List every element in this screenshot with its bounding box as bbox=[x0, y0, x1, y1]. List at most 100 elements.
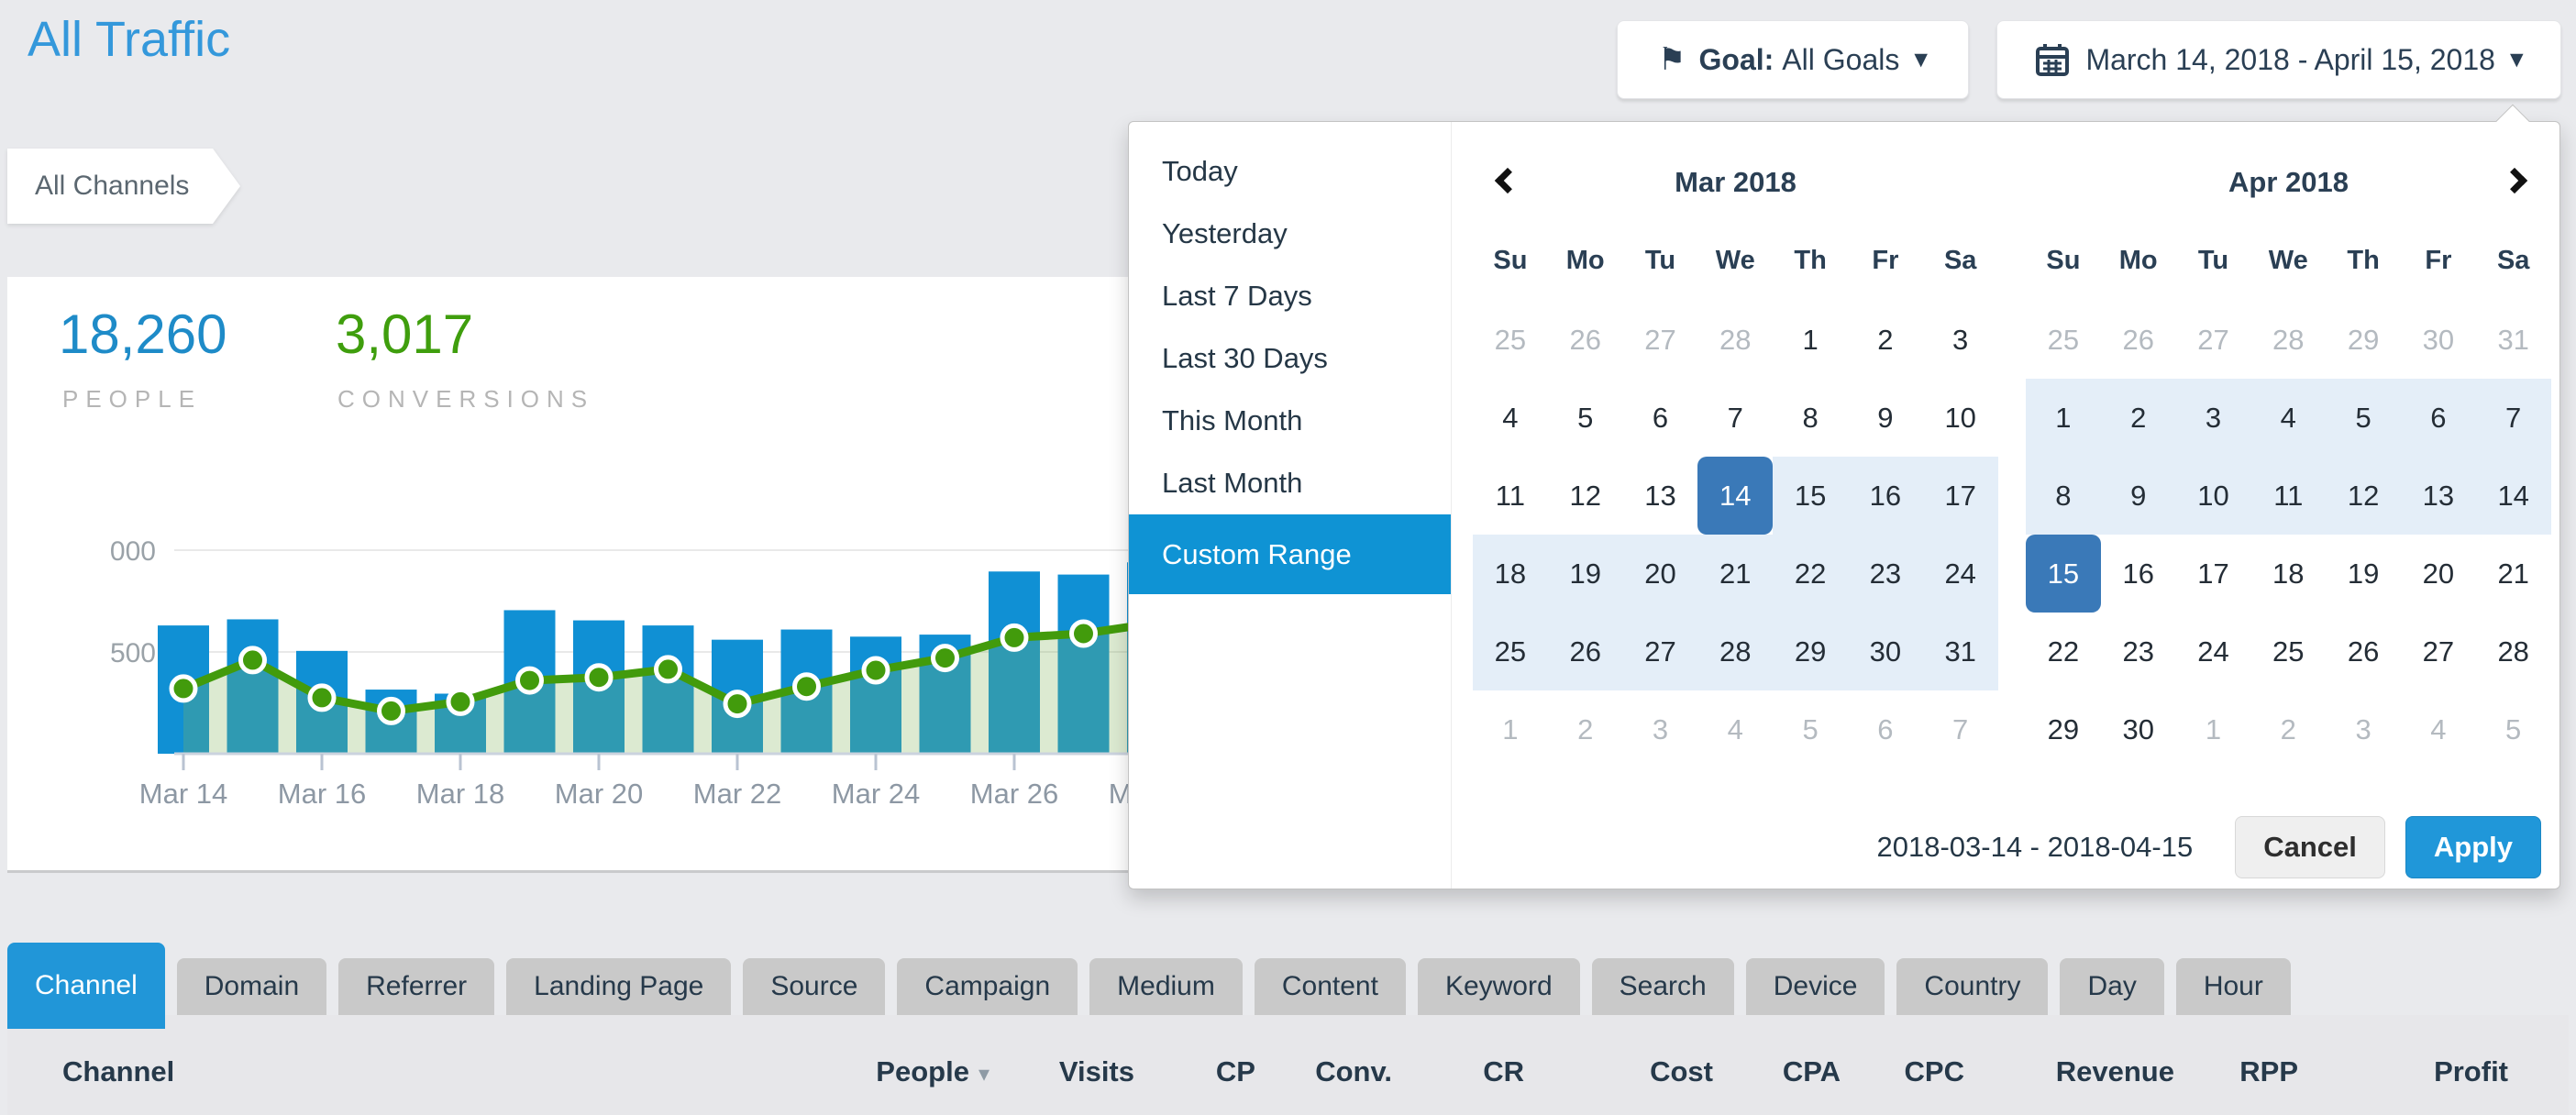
day-cell[interactable]: 4 bbox=[2250, 379, 2326, 457]
day-cell[interactable]: 9 bbox=[1848, 379, 1923, 457]
day-cell[interactable]: 25 bbox=[1473, 613, 1548, 690]
day-cell[interactable]: 11 bbox=[1473, 457, 1548, 535]
preset-last-month[interactable]: Last Month bbox=[1129, 452, 1451, 514]
column-header-conv[interactable]: Conv. bbox=[1255, 1055, 1392, 1088]
goal-dropdown-button[interactable]: ⚑ Goal: All Goals ▼ bbox=[1617, 20, 1969, 99]
day-cell[interactable]: 16 bbox=[2101, 535, 2176, 613]
day-cell[interactable]: 17 bbox=[2176, 535, 2251, 613]
day-cell[interactable]: 4 bbox=[1473, 379, 1548, 457]
day-cell[interactable]: 6 bbox=[1848, 690, 1923, 768]
day-cell[interactable]: 30 bbox=[2101, 690, 2176, 768]
day-cell[interactable]: 13 bbox=[1623, 457, 1698, 535]
day-cell[interactable]: 2 bbox=[2101, 379, 2176, 457]
day-cell[interactable]: 19 bbox=[1548, 535, 1623, 613]
day-cell[interactable]: 24 bbox=[2176, 613, 2251, 690]
day-cell[interactable]: 28 bbox=[1697, 613, 1773, 690]
day-cell[interactable]: 23 bbox=[1848, 535, 1923, 613]
day-cell[interactable]: 1 bbox=[1773, 301, 1848, 379]
day-cell[interactable]: 31 bbox=[2476, 301, 2551, 379]
column-header-rpp[interactable]: RPP bbox=[2174, 1055, 2298, 1088]
day-cell[interactable]: 30 bbox=[2401, 301, 2476, 379]
tab-hour[interactable]: Hour bbox=[2176, 958, 2291, 1015]
day-cell[interactable]: 3 bbox=[2176, 379, 2251, 457]
day-cell[interactable]: 22 bbox=[1773, 535, 1848, 613]
tab-referrer[interactable]: Referrer bbox=[338, 958, 494, 1015]
day-cell[interactable]: 9 bbox=[2101, 457, 2176, 535]
day-cell[interactable]: 1 bbox=[1473, 690, 1548, 768]
column-header-cr[interactable]: CR bbox=[1392, 1055, 1524, 1088]
day-cell[interactable]: 29 bbox=[1773, 613, 1848, 690]
tab-domain[interactable]: Domain bbox=[177, 958, 326, 1015]
tab-source[interactable]: Source bbox=[743, 958, 885, 1015]
day-cell[interactable]: 26 bbox=[1548, 613, 1623, 690]
preset-last-7-days[interactable]: Last 7 Days bbox=[1129, 265, 1451, 327]
day-cell[interactable]: 19 bbox=[2326, 535, 2401, 613]
day-cell[interactable]: 7 bbox=[1923, 690, 1998, 768]
day-cell[interactable]: 26 bbox=[1548, 301, 1623, 379]
date-range-button[interactable]: March 14, 2018 - April 15, 2018 ▼ bbox=[1996, 20, 2561, 99]
day-cell[interactable]: 15 bbox=[2026, 535, 2101, 613]
preset-last-30-days[interactable]: Last 30 Days bbox=[1129, 327, 1451, 390]
column-header-cp[interactable]: CP bbox=[1134, 1055, 1255, 1088]
day-cell[interactable]: 3 bbox=[2326, 690, 2401, 768]
day-cell[interactable]: 14 bbox=[1697, 457, 1773, 535]
day-cell[interactable]: 29 bbox=[2026, 690, 2101, 768]
day-cell[interactable]: 20 bbox=[1623, 535, 1698, 613]
day-cell[interactable]: 28 bbox=[2250, 301, 2326, 379]
day-cell[interactable]: 7 bbox=[2476, 379, 2551, 457]
day-cell[interactable]: 17 bbox=[1923, 457, 1998, 535]
day-cell[interactable]: 29 bbox=[2326, 301, 2401, 379]
day-cell[interactable]: 18 bbox=[2250, 535, 2326, 613]
preset-today[interactable]: Today bbox=[1129, 140, 1451, 203]
day-cell[interactable]: 27 bbox=[2401, 613, 2476, 690]
day-cell[interactable]: 3 bbox=[1923, 301, 1998, 379]
day-cell[interactable]: 26 bbox=[2101, 301, 2176, 379]
day-cell[interactable]: 25 bbox=[1473, 301, 1548, 379]
traffic-chart-svg[interactable]: 5001000Mar 14Mar 16Mar 18Mar 20Mar 22Mar… bbox=[110, 495, 1211, 834]
cancel-button[interactable]: Cancel bbox=[2235, 816, 2385, 878]
day-cell[interactable]: 8 bbox=[1773, 379, 1848, 457]
day-cell[interactable]: 8 bbox=[2026, 457, 2101, 535]
day-cell[interactable]: 12 bbox=[2326, 457, 2401, 535]
tab-day[interactable]: Day bbox=[2060, 958, 2163, 1015]
day-cell[interactable]: 5 bbox=[2476, 690, 2551, 768]
tab-medium[interactable]: Medium bbox=[1089, 958, 1243, 1015]
apply-button[interactable]: Apply bbox=[2405, 816, 2541, 878]
day-cell[interactable]: 21 bbox=[1697, 535, 1773, 613]
column-header-cpa[interactable]: CPA bbox=[1713, 1055, 1841, 1088]
column-header-revenue[interactable]: Revenue bbox=[1964, 1055, 2174, 1088]
tab-campaign[interactable]: Campaign bbox=[897, 958, 1078, 1015]
breadcrumb-all-channels[interactable]: All Channels bbox=[7, 149, 213, 224]
day-cell[interactable]: 28 bbox=[1697, 301, 1773, 379]
day-cell[interactable]: 14 bbox=[2476, 457, 2551, 535]
day-cell[interactable]: 2 bbox=[2250, 690, 2326, 768]
day-cell[interactable]: 1 bbox=[2026, 379, 2101, 457]
day-cell[interactable]: 6 bbox=[1623, 379, 1698, 457]
preset-custom-range[interactable]: Custom Range bbox=[1129, 514, 1451, 594]
day-cell[interactable]: 31 bbox=[1923, 613, 1998, 690]
day-cell[interactable]: 20 bbox=[2401, 535, 2476, 613]
day-cell[interactable]: 5 bbox=[1773, 690, 1848, 768]
tab-keyword[interactable]: Keyword bbox=[1418, 958, 1580, 1015]
tab-device[interactable]: Device bbox=[1746, 958, 1885, 1015]
tab-landing-page[interactable]: Landing Page bbox=[506, 958, 731, 1015]
day-cell[interactable]: 11 bbox=[2250, 457, 2326, 535]
day-cell[interactable]: 30 bbox=[1848, 613, 1923, 690]
day-cell[interactable]: 1 bbox=[2176, 690, 2251, 768]
day-cell[interactable]: 25 bbox=[2250, 613, 2326, 690]
day-cell[interactable]: 2 bbox=[1548, 690, 1623, 768]
day-cell[interactable]: 25 bbox=[2026, 301, 2101, 379]
column-header-profit[interactable]: Profit bbox=[2298, 1055, 2508, 1088]
day-cell[interactable]: 18 bbox=[1473, 535, 1548, 613]
day-cell[interactable]: 16 bbox=[1848, 457, 1923, 535]
day-cell[interactable]: 26 bbox=[2326, 613, 2401, 690]
column-header-visits[interactable]: Visits bbox=[989, 1055, 1134, 1088]
day-cell[interactable]: 5 bbox=[2326, 379, 2401, 457]
column-header-channel[interactable]: Channel bbox=[62, 1055, 788, 1088]
day-cell[interactable]: 4 bbox=[1697, 690, 1773, 768]
day-cell[interactable]: 12 bbox=[1548, 457, 1623, 535]
day-cell[interactable]: 23 bbox=[2101, 613, 2176, 690]
day-cell[interactable]: 10 bbox=[1923, 379, 1998, 457]
day-cell[interactable]: 4 bbox=[2401, 690, 2476, 768]
day-cell[interactable]: 28 bbox=[2476, 613, 2551, 690]
